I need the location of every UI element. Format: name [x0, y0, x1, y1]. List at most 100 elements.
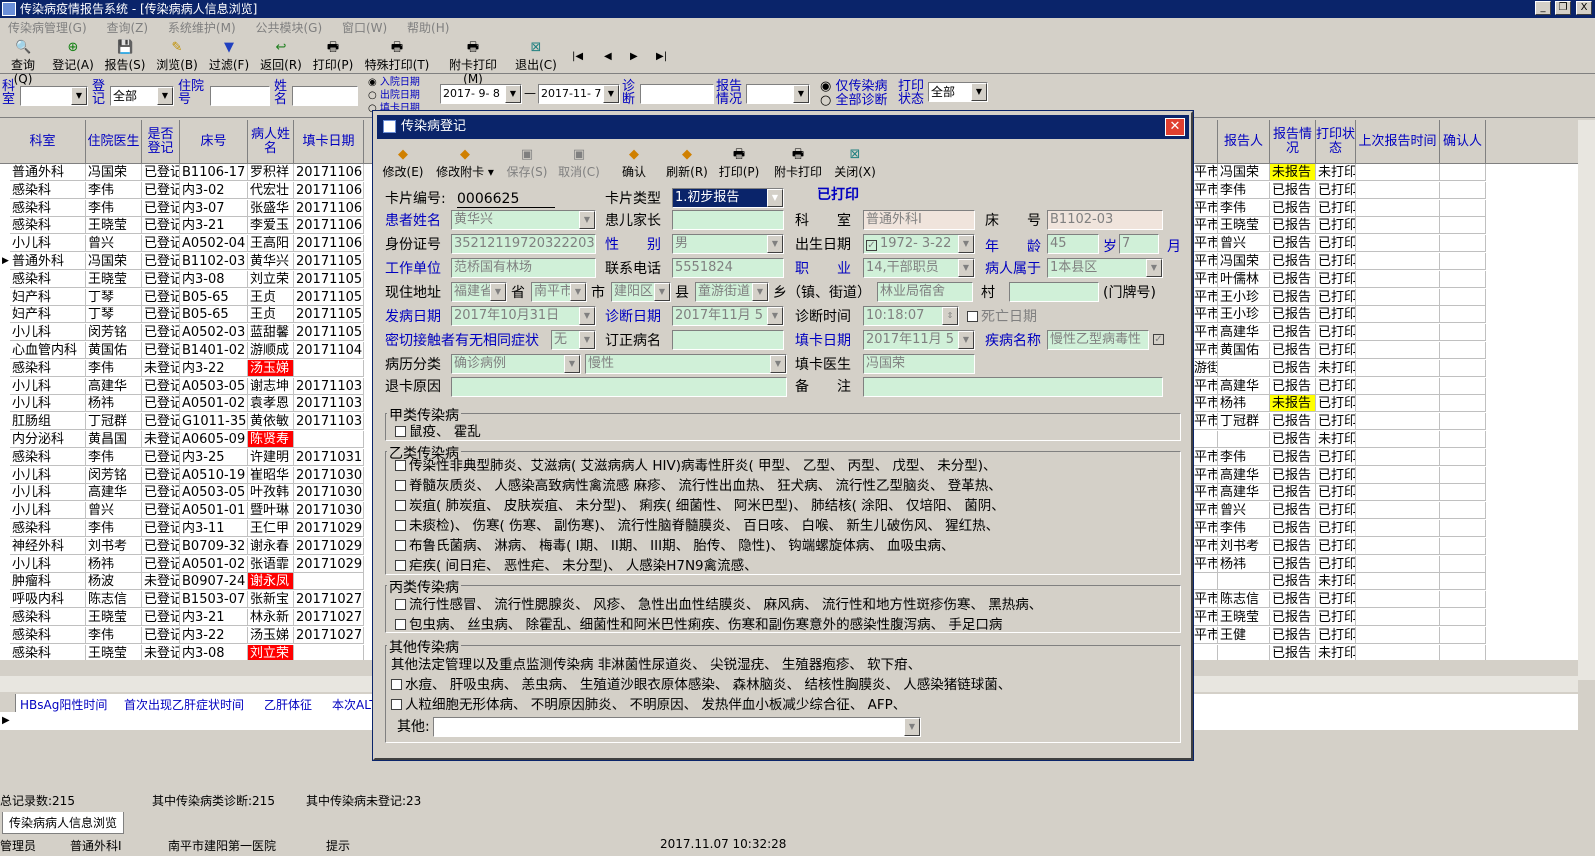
edit-card-button[interactable]: ◆ 修改附卡 ▾: [433, 147, 497, 179]
month-input[interactable]: 7: [1119, 234, 1159, 254]
col-registered[interactable]: 是否登记: [142, 120, 180, 164]
name-input[interactable]: [292, 86, 358, 106]
group-d-options[interactable]: 其他法定管理以及重点监测传染病 非淋菌性尿道炎、 尖锐湿疣、 生殖器疱疹、 软下…: [391, 655, 1011, 715]
last-record-icon[interactable]: ▶|: [656, 50, 667, 64]
grid-vertical-scrollbar[interactable]: [1578, 120, 1595, 680]
dialog-print-button[interactable]: 🖶 打印(P): [717, 147, 761, 179]
disease-input[interactable]: 慢性乙型病毒性: [1047, 330, 1149, 350]
menu-public[interactable]: 公共模块(G): [255, 21, 322, 35]
col-sign[interactable]: 乙肝体征: [264, 696, 312, 713]
card-type-select[interactable]: 1.初步报告 ▼: [672, 188, 784, 208]
group-a-options[interactable]: 鼠疫、 霍乱: [395, 422, 481, 442]
col-last-report[interactable]: 上次报告时间: [1356, 120, 1440, 164]
belong-select[interactable]: 1本县区 ▼: [1047, 258, 1163, 278]
prev-record-icon[interactable]: ◀: [604, 50, 612, 64]
revise-input[interactable]: [672, 330, 784, 350]
col-first-symptom[interactable]: 首次出现乙肝症状时间: [124, 696, 244, 713]
dept-select[interactable]: ▼: [20, 86, 88, 106]
patient-select[interactable]: 黄华兴 ▼: [451, 210, 596, 230]
back-button[interactable]: ↩ 返回(R): [260, 40, 302, 72]
col-print-status[interactable]: 打印状态: [1316, 120, 1356, 164]
ward-input[interactable]: [210, 86, 270, 106]
fill-date[interactable]: 2017年11月 5 ▼: [863, 330, 975, 350]
work-input[interactable]: 范桥国有林场: [451, 258, 596, 278]
menu-bar: 传染病管理(G) 查询(Z) 系统维护(M) 公共模块(G) 窗口(W) 帮助(…: [0, 18, 1595, 38]
age-input[interactable]: 45: [1047, 234, 1099, 254]
group-c-options[interactable]: 流行性感冒、 流行性腮腺炎、 风疹、 急性出血性结膜炎、 麻风病、 流行性和地方…: [395, 595, 1042, 635]
minimize-button[interactable]: _: [1535, 1, 1551, 15]
dialog-close-tool-button[interactable]: ⊠ 关闭(X): [833, 147, 877, 179]
door-input[interactable]: [1009, 282, 1099, 302]
menu-help[interactable]: 帮助(H): [407, 21, 449, 35]
class2-select[interactable]: 慢性 ▼: [585, 354, 787, 374]
exit-button[interactable]: ⊠ 退出(C): [514, 40, 558, 72]
menu-disease-mgmt[interactable]: 传染病管理(G): [8, 21, 87, 35]
register-button[interactable]: ⊕ 登记(A): [52, 40, 94, 72]
contact-select[interactable]: 无 ▼: [551, 330, 596, 350]
other-select[interactable]: ▼: [433, 717, 921, 737]
date-from[interactable]: 2017- 9- 8 ▼: [440, 84, 522, 104]
col-doctor[interactable]: 住院医生: [86, 120, 142, 164]
death-checkbox[interactable]: 死亡日期: [967, 309, 1037, 325]
reg-select[interactable]: 全部 ▼: [110, 86, 174, 106]
town-select[interactable]: 童游街道 ▼: [695, 282, 769, 302]
group-b-options[interactable]: 传染性非典型肺炎、艾滋病( 艾滋病病人 HIV)病毒性肝炎( 甲型、 乙型、 丙…: [395, 456, 1005, 576]
dialog-card-print-button[interactable]: 🖶 附卡打印: [771, 147, 825, 179]
class-select[interactable]: 确诊病例 ▼: [451, 354, 581, 374]
scope-radio[interactable]: ◉ 仅传染病 ○ 全部诊断: [820, 80, 888, 108]
report-select[interactable]: ▼: [746, 84, 810, 104]
filter-button[interactable]: ▼ 过滤(F): [208, 40, 250, 72]
onset-date[interactable]: 2017年10月31日 ▼: [451, 306, 596, 326]
province-select[interactable]: 福建省 ▼: [451, 282, 507, 302]
col-report-status[interactable]: 报告情况: [1270, 120, 1316, 164]
diag-date[interactable]: 2017年11月 5 ▼: [672, 306, 784, 326]
date-to[interactable]: 2017-11- 7 ▼: [538, 84, 620, 104]
village-input[interactable]: 林业局宿舍: [877, 282, 973, 302]
col-bed[interactable]: 床号: [180, 120, 248, 164]
dialog-close-button[interactable]: ✕: [1165, 118, 1185, 136]
withdraw-input[interactable]: [451, 377, 787, 397]
browse-button[interactable]: ✎ 浏览(B): [156, 40, 198, 72]
birth-date[interactable]: ✓ 1972- 3-22 ▼: [863, 234, 975, 254]
col-fill-date[interactable]: 填卡日期: [294, 120, 364, 164]
table-cell: 已登记: [142, 520, 180, 537]
phone-input[interactable]: 5551824: [672, 258, 784, 278]
print-status-select[interactable]: 全部 ▼: [928, 82, 988, 102]
job-select[interactable]: 14,干部职员 ▼: [863, 258, 975, 278]
edit-button[interactable]: ◆ 修改(E): [381, 147, 425, 179]
report-button[interactable]: 💾 报告(S): [104, 40, 146, 72]
doctor-input[interactable]: 冯国荣: [863, 354, 975, 374]
menu-window[interactable]: 窗口(W): [342, 21, 387, 35]
special-print-button[interactable]: 🖶 特殊打印(T): [364, 40, 430, 72]
col-address-partial[interactable]: [1192, 120, 1218, 164]
menu-system[interactable]: 系统维护(M): [168, 21, 236, 35]
print-button[interactable]: 🖶 打印(P): [312, 40, 354, 72]
id-input[interactable]: 352121197203222031: [451, 234, 596, 254]
table-cell: [1218, 644, 1270, 660]
col-reporter[interactable]: 报告人: [1218, 120, 1270, 164]
city-select[interactable]: 南平市 ▼: [531, 282, 587, 302]
diag-input[interactable]: [640, 84, 714, 104]
confirm-button[interactable]: ◆ 确认: [617, 147, 651, 179]
menu-query[interactable]: 查询(Z): [107, 21, 149, 35]
tab-patient-browse[interactable]: 传染病病人信息浏览: [2, 812, 125, 834]
county-select[interactable]: 建阳区 ▼: [611, 282, 671, 302]
refresh-button[interactable]: ◆ 刷新(R): [665, 147, 709, 179]
col-patient[interactable]: 病人姓名: [248, 120, 294, 164]
disease-checkbox[interactable]: ✓: [1153, 334, 1164, 345]
diag-time[interactable]: 10:18:07 ⇕: [863, 306, 959, 326]
sex-select[interactable]: 男 ▼: [672, 234, 784, 254]
first-record-icon[interactable]: |◀: [572, 50, 583, 64]
guardian-input[interactable]: [672, 210, 784, 230]
cancel-button[interactable]: ▣ 取消(C): [557, 147, 601, 179]
close-button[interactable]: X: [1576, 1, 1592, 15]
col-alt[interactable]: 本次ALT: [332, 696, 377, 713]
note-input[interactable]: [863, 377, 1163, 397]
next-record-icon[interactable]: ▶: [630, 50, 638, 64]
col-confirmer[interactable]: 确认人: [1440, 120, 1486, 164]
maximize-button[interactable]: ❐: [1555, 1, 1571, 15]
col-hbsag[interactable]: HBsAg阳性时间: [20, 696, 107, 713]
date-type-radio[interactable]: ◉ 入院日期 ○ 出院日期 ○ 填卡日期: [368, 76, 420, 115]
col-dept[interactable]: 科室: [0, 120, 86, 164]
save-button[interactable]: ▣ 保存(S): [505, 147, 549, 179]
